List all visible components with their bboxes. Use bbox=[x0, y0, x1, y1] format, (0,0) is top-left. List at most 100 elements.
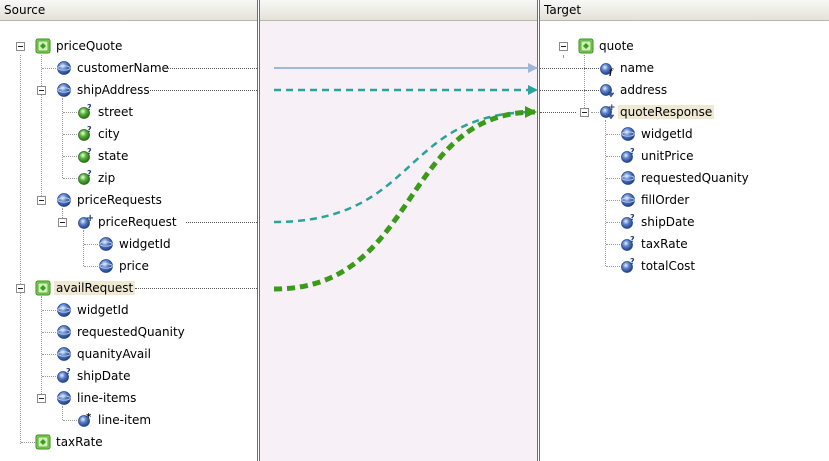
tree-line bbox=[606, 222, 620, 223]
tree-line bbox=[591, 112, 599, 113]
target-node-quoteResponse[interactable]: quoteResponse bbox=[618, 103, 715, 121]
sphere-icon bbox=[56, 302, 72, 318]
target-node-taxRate[interactable]: taxRate bbox=[641, 235, 688, 253]
sphere-icon bbox=[56, 60, 72, 76]
optional-element-icon: ? bbox=[621, 236, 635, 251]
source-node-customerName[interactable]: customerName bbox=[77, 59, 169, 77]
collapse-toggle[interactable] bbox=[37, 394, 46, 403]
source-node-avail-widgetId[interactable]: widgetId bbox=[77, 301, 129, 319]
leader-line bbox=[186, 222, 263, 223]
svg-text:?: ? bbox=[87, 148, 92, 156]
target-node-unitPrice[interactable]: unitPrice bbox=[641, 147, 694, 165]
source-node-state[interactable]: state bbox=[98, 147, 128, 165]
target-header: Target bbox=[540, 0, 829, 21]
collapse-toggle[interactable] bbox=[580, 108, 589, 117]
sphere-icon bbox=[56, 82, 72, 98]
target-node-quote[interactable]: quote bbox=[599, 37, 634, 55]
tree-line bbox=[83, 230, 84, 266]
source-node-priceRequest[interactable]: priceRequest bbox=[98, 213, 177, 231]
element-icon bbox=[35, 38, 51, 54]
repeating-element-icon: + bbox=[78, 214, 93, 229]
tree-line bbox=[84, 266, 98, 267]
source-node-avail-quanityAvail[interactable]: quanityAvail bbox=[77, 345, 151, 363]
selected-label: quoteResponse bbox=[618, 105, 715, 119]
tree-line bbox=[606, 200, 620, 201]
optional-attribute-icon: ? bbox=[78, 126, 92, 141]
tree-line bbox=[42, 332, 56, 333]
svg-text:*: * bbox=[86, 412, 92, 423]
optional-element-icon: ? bbox=[621, 258, 635, 273]
target-node-name[interactable]: name bbox=[620, 59, 654, 77]
tree-line bbox=[42, 354, 56, 355]
element-icon bbox=[35, 280, 51, 296]
source-node-taxRate[interactable]: taxRate bbox=[56, 433, 103, 451]
source-node-availRequest[interactable]: availRequest bbox=[54, 279, 136, 297]
tree-line bbox=[63, 156, 77, 157]
sphere-icon bbox=[620, 126, 636, 142]
svg-text:+: + bbox=[86, 214, 93, 224]
collapse-toggle[interactable] bbox=[16, 284, 25, 293]
source-node-street[interactable]: street bbox=[98, 103, 133, 121]
optional-attribute-icon: ? bbox=[78, 148, 92, 163]
tree-line bbox=[42, 68, 56, 69]
leader-line bbox=[150, 90, 263, 91]
target-node-address[interactable]: address bbox=[620, 81, 667, 99]
tree-line bbox=[584, 55, 585, 112]
tree-line bbox=[20, 55, 21, 444]
sphere-icon bbox=[56, 324, 72, 340]
tree-line bbox=[62, 406, 63, 420]
sphere-icon bbox=[620, 170, 636, 186]
tree-line bbox=[84, 244, 98, 245]
source-node-priceQuote[interactable]: priceQuote bbox=[56, 37, 122, 55]
source-node-widgetId[interactable]: widgetId bbox=[119, 235, 171, 253]
svg-text:?: ? bbox=[87, 104, 92, 112]
leader-line bbox=[540, 68, 599, 69]
source-node-priceRequests[interactable]: priceRequests bbox=[77, 191, 162, 209]
source-node-price[interactable]: price bbox=[119, 257, 149, 275]
source-node-city[interactable]: city bbox=[98, 125, 120, 143]
function-element-icon: f bbox=[600, 63, 614, 76]
target-node-requestedQuanity[interactable]: requestedQuanity bbox=[641, 169, 749, 187]
tree-line bbox=[63, 112, 77, 113]
source-node-lineItem[interactable]: line-item bbox=[98, 411, 151, 429]
svg-text:?: ? bbox=[630, 214, 635, 222]
element-icon bbox=[35, 434, 51, 450]
sphere-icon bbox=[98, 236, 114, 252]
target-node-shipDate[interactable]: shipDate bbox=[641, 213, 695, 231]
collapse-toggle[interactable] bbox=[37, 86, 46, 95]
collapse-toggle[interactable] bbox=[16, 42, 25, 51]
tree-line bbox=[63, 420, 77, 421]
sphere-icon bbox=[98, 258, 114, 274]
optional-element-icon: ? bbox=[621, 214, 635, 229]
collapse-toggle[interactable] bbox=[559, 42, 568, 51]
source-node-shipAddress[interactable]: shipAddress bbox=[77, 81, 150, 99]
sphere-icon bbox=[620, 192, 636, 208]
leader-line bbox=[159, 68, 263, 69]
tree-line bbox=[563, 55, 564, 57]
source-node-zip[interactable]: zip bbox=[98, 169, 115, 187]
tree-line bbox=[41, 296, 42, 400]
source-node-avail-shipDate[interactable]: shipDate bbox=[77, 367, 131, 385]
target-pane: Target quote f name address + quoteRespo… bbox=[540, 0, 829, 461]
optional-attribute-icon: ? bbox=[78, 170, 92, 185]
tree-line bbox=[606, 178, 620, 179]
element-icon bbox=[578, 38, 594, 54]
sphere-icon bbox=[56, 390, 72, 406]
collapse-toggle[interactable] bbox=[58, 218, 67, 227]
target-node-totalCost[interactable]: totalCost bbox=[641, 257, 695, 275]
tree-line bbox=[63, 134, 77, 135]
svg-text:?: ? bbox=[87, 126, 92, 134]
collapse-toggle[interactable] bbox=[37, 196, 46, 205]
expanded-element-icon: + bbox=[600, 104, 615, 120]
target-node-widgetId[interactable]: widgetId bbox=[641, 125, 693, 143]
tree-line bbox=[606, 134, 620, 135]
source-node-lineItems[interactable]: line-items bbox=[77, 389, 136, 407]
repeating-element-icon: * bbox=[78, 412, 92, 427]
optional-element-icon: ? bbox=[621, 148, 635, 163]
source-pane: Source priceQuote customerName shipAddre… bbox=[0, 0, 274, 461]
mapping-header bbox=[260, 0, 538, 21]
source-node-avail-requestedQuanity[interactable]: requestedQuanity bbox=[77, 323, 185, 341]
svg-text:+: + bbox=[608, 104, 615, 113]
sphere-icon bbox=[56, 346, 72, 362]
target-node-fillOrder[interactable]: fillOrder bbox=[641, 191, 689, 209]
